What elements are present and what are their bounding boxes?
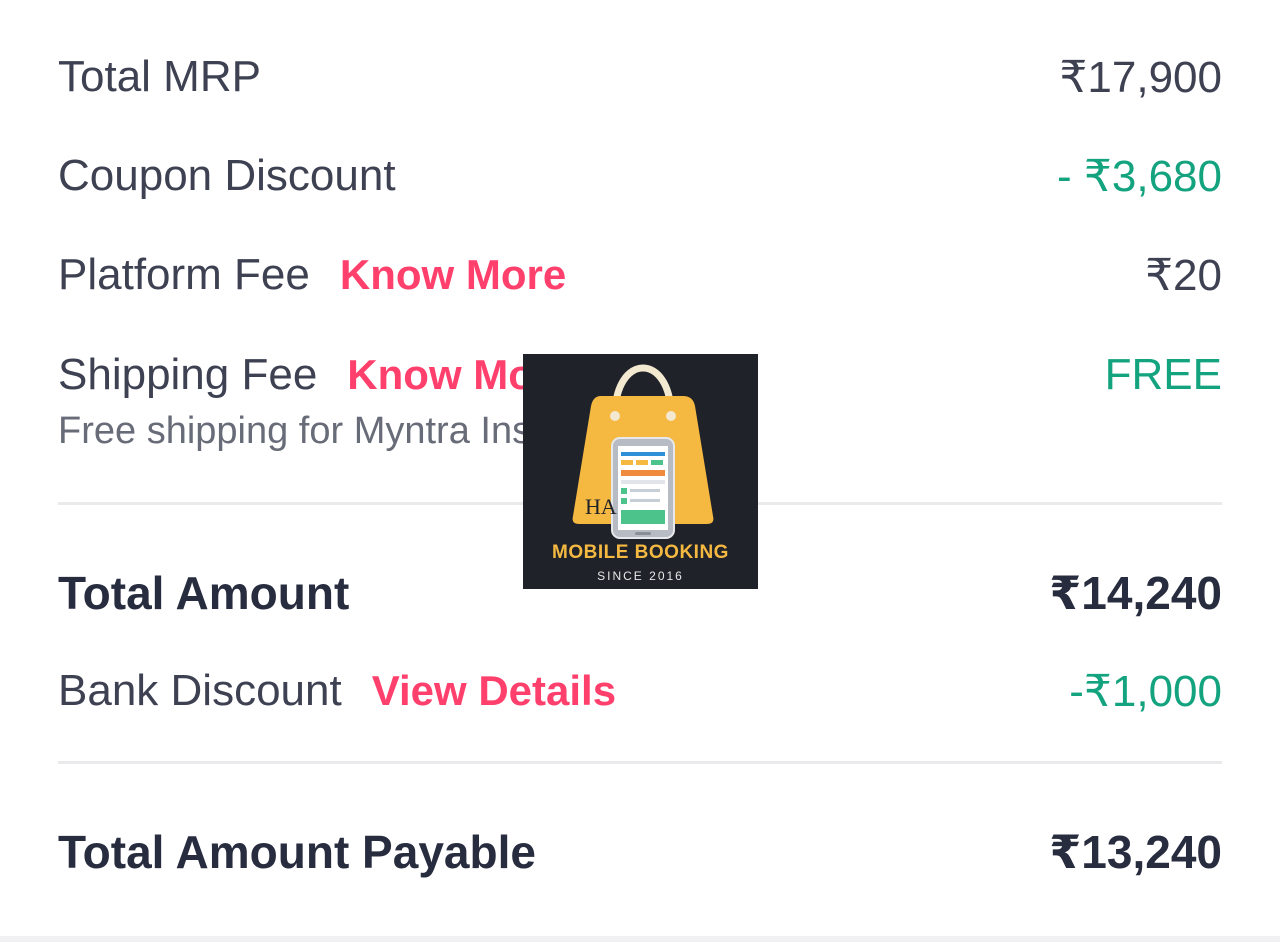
total-amount-value: ₹14,240 [1049, 567, 1222, 619]
platform-fee-value: ₹20 [1145, 250, 1222, 300]
total-mrp-value: ₹17,900 [1059, 52, 1222, 102]
bank-discount-value: -₹1,000 [1069, 666, 1222, 716]
total-mrp-row: Total MRP ₹17,900 [58, 50, 1222, 104]
shipping-fee-label-group: Shipping Fee Know More [58, 350, 574, 400]
bank-discount-view-details-link[interactable]: View Details [372, 667, 616, 715]
footer-bar [0, 936, 1280, 942]
watermark-title: MOBILE BOOKING [552, 542, 729, 563]
coupon-discount-label: Coupon Discount [58, 151, 396, 200]
shipping-fee-label: Shipping Fee [58, 350, 318, 399]
platform-fee-know-more-link[interactable]: Know More [340, 251, 566, 299]
total-payable-row: Total Amount Payable ₹13,240 [58, 822, 1222, 882]
mobile-booking-watermark-logo: HA MOBILE BOOKING SINCE 2016 [523, 354, 758, 589]
total-payable-value: ₹13,240 [1049, 826, 1222, 878]
divider [58, 761, 1222, 764]
bank-discount-label: Bank Discount [58, 666, 342, 715]
bank-discount-label-group: Bank Discount View Details [58, 666, 616, 716]
platform-fee-label: Platform Fee [58, 250, 310, 299]
platform-fee-label-group: Platform Fee Know More [58, 250, 566, 300]
total-mrp-label: Total MRP [58, 52, 261, 101]
coupon-discount-value: - ₹3,680 [1057, 151, 1222, 201]
shipping-fee-value: FREE [1104, 350, 1222, 399]
total-payable-label: Total Amount Payable [58, 826, 536, 878]
total-amount-label: Total Amount [58, 567, 350, 619]
shipping-note: Free shipping for Myntra Insider [58, 410, 595, 452]
bank-discount-row: Bank Discount View Details -₹1,000 [58, 664, 1222, 718]
coupon-discount-row: Coupon Discount - ₹3,680 [58, 149, 1222, 203]
watermark-subtitle: SINCE 2016 [597, 569, 684, 583]
platform-fee-row: Platform Fee Know More ₹20 [58, 248, 1222, 302]
watermark-initials: HA [585, 494, 617, 519]
